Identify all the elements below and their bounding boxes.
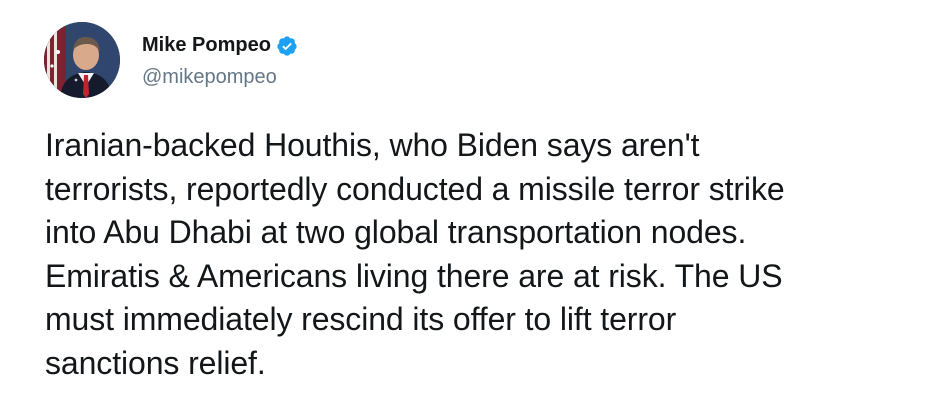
display-name[interactable]: Mike Pompeo <box>142 34 271 57</box>
author-handle[interactable]: @mikepompeo <box>142 66 298 89</box>
author-names: Mike Pompeo @mikepompeo <box>142 32 298 89</box>
name-row: Mike Pompeo <box>142 32 298 60</box>
verified-badge-icon <box>276 35 298 57</box>
tweet-text: Iranian-backed Houthis, who Biden says a… <box>45 127 785 381</box>
avatar-photo <box>44 22 120 98</box>
tweet-header: Mike Pompeo @mikepompeo <box>44 22 298 98</box>
avatar[interactable] <box>44 22 120 98</box>
tweet-card: Mike Pompeo @mikepompeo Iranian-backed H… <box>0 0 930 400</box>
